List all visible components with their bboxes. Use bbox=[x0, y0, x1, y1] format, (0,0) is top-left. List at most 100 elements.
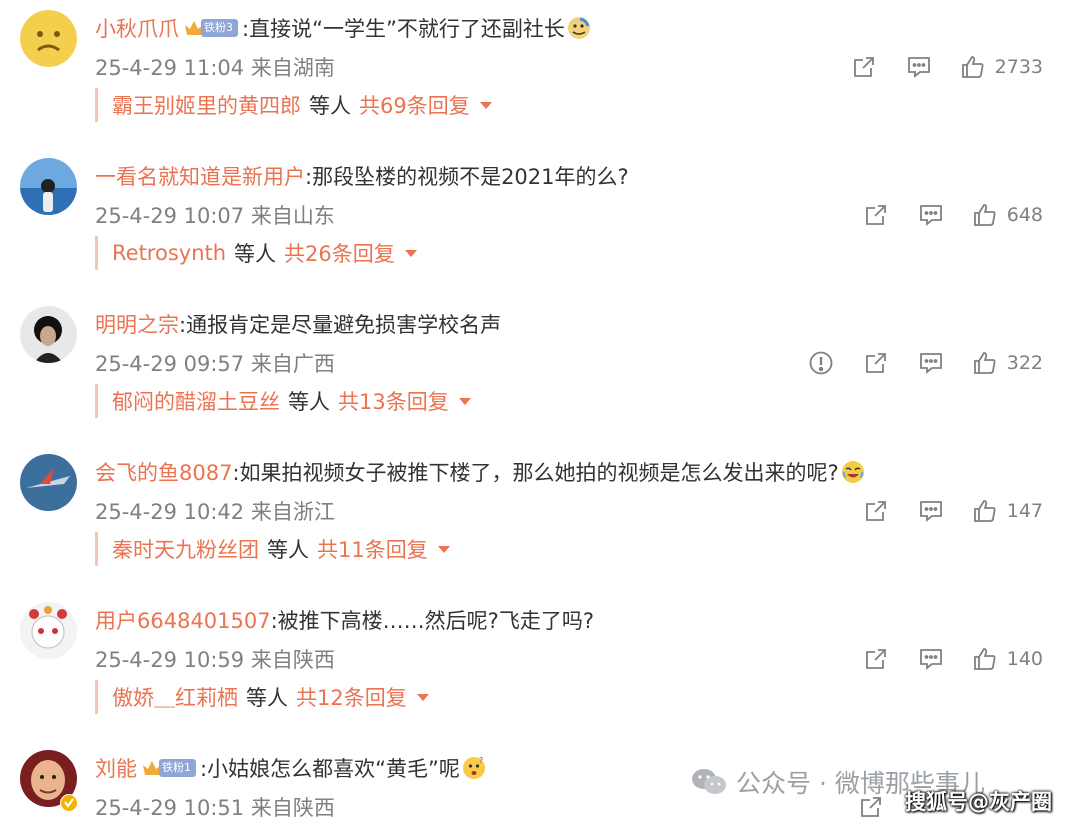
comment-actions: 322 bbox=[780, 348, 1043, 378]
svg-text:?: ? bbox=[479, 756, 483, 765]
username-link[interactable]: 明明之宗 bbox=[95, 309, 179, 339]
comment-header: 会飞的鱼8087 :如果拍视频女子被推下楼了，那么她拍的视频是怎么发出来的呢? bbox=[95, 456, 865, 488]
comment-meta: 25-4-29 10:59 来自陕西 bbox=[95, 644, 335, 674]
like-button[interactable]: 322 bbox=[972, 350, 1043, 376]
reply-total-link[interactable]: 共12条回复 bbox=[296, 682, 407, 712]
comment-header: 刘能 铁粉1 :小姑娘怎么都喜欢“黄毛”呢 ? bbox=[95, 752, 486, 784]
comment-icon[interactable] bbox=[917, 201, 945, 229]
comment-time: 25-4-29 11:04 bbox=[95, 56, 245, 80]
like-count: 140 bbox=[1006, 648, 1043, 670]
share-icon[interactable] bbox=[862, 349, 890, 377]
fan-level-label: 铁粉3 bbox=[201, 19, 238, 37]
chevron-down-icon[interactable] bbox=[479, 101, 492, 109]
comment-meta: 25-4-29 10:51 来自陕西 bbox=[95, 792, 335, 822]
comment-location: 来自陕西 bbox=[250, 648, 335, 672]
wechat-icon bbox=[692, 769, 726, 794]
share-icon[interactable] bbox=[862, 645, 890, 673]
comment-actions: 648 bbox=[835, 200, 1043, 230]
reply-total-link[interactable]: 共11条回复 bbox=[317, 534, 428, 564]
reply-user-link[interactable]: 傲娇＿红莉栖 bbox=[112, 682, 238, 712]
username-link[interactable]: 用户6648401507 bbox=[95, 605, 271, 635]
thumbs-up-icon bbox=[973, 648, 996, 670]
comment-header: 用户6648401507 :被推下高楼……然后呢?飞走了吗? bbox=[95, 604, 594, 636]
reply-mid-text: 等人 bbox=[309, 94, 351, 118]
comment-actions: 2733 bbox=[823, 52, 1043, 82]
comment-time: 25-4-29 09:57 bbox=[95, 352, 245, 376]
like-count: 648 bbox=[1006, 204, 1043, 226]
comment-actions: 147 bbox=[835, 496, 1043, 526]
comment-icon[interactable] bbox=[917, 497, 945, 525]
reply-summary[interactable]: Retrosynth 等人 共26条回复 bbox=[95, 236, 417, 270]
comment-text: :被推下高楼……然后呢?飞走了吗? bbox=[270, 609, 594, 633]
like-button[interactable]: 648 bbox=[972, 202, 1043, 228]
comment-time: 25-4-29 10:51 bbox=[95, 796, 245, 820]
comment-location: 来自山东 bbox=[250, 204, 335, 228]
reply-summary[interactable]: 傲娇＿红莉栖 等人 共12条回复 bbox=[95, 680, 429, 714]
thumbs-up-icon bbox=[961, 56, 984, 78]
chevron-down-icon[interactable] bbox=[404, 249, 417, 257]
avatar[interactable] bbox=[20, 306, 77, 363]
comment-time: 25-4-29 10:42 bbox=[95, 500, 245, 524]
username-link[interactable]: 刘能 bbox=[95, 753, 137, 783]
chevron-down-icon[interactable] bbox=[437, 545, 450, 553]
reply-user-link[interactable]: 霸王别姬里的黄四郎 bbox=[112, 90, 301, 120]
comment-text: :通报肯定是尽量避免损害学校名声 bbox=[179, 313, 502, 337]
comment-actions: 140 bbox=[835, 644, 1043, 674]
comment-icon[interactable] bbox=[905, 53, 933, 81]
comment-icon[interactable] bbox=[917, 645, 945, 673]
reply-summary[interactable]: 郁闷的醋溜土豆丝 等人 共13条回复 bbox=[95, 384, 471, 418]
comment-text: :小姑娘怎么都喜欢“黄毛”呢 bbox=[200, 757, 460, 781]
comment-meta: 25-4-29 10:07 来自山东 bbox=[95, 200, 335, 230]
reply-mid-text: 等人 bbox=[267, 538, 309, 562]
username-link[interactable]: 小秋爪爪 bbox=[95, 13, 179, 43]
chevron-down-icon[interactable] bbox=[458, 397, 471, 405]
comment-text: :如果拍视频女子被推下楼了，那么她拍的视频是怎么发出来的呢? bbox=[232, 461, 839, 485]
report-icon[interactable] bbox=[807, 349, 835, 377]
username-link[interactable]: 会飞的鱼8087 bbox=[95, 457, 232, 487]
avatar[interactable] bbox=[20, 158, 77, 215]
doge-emoji-icon bbox=[567, 17, 590, 39]
like-button[interactable]: 147 bbox=[972, 498, 1043, 524]
thumbs-up-icon bbox=[973, 204, 996, 226]
share-icon[interactable] bbox=[862, 201, 890, 229]
comment-text: :直接说“一学生”不就行了还副社长 bbox=[242, 17, 565, 41]
reply-total-link[interactable]: 共13条回复 bbox=[338, 386, 449, 416]
thumbs-up-icon bbox=[973, 500, 996, 522]
reply-user-link[interactable]: Retrosynth bbox=[112, 241, 226, 265]
comment-location: 来自浙江 bbox=[250, 500, 335, 524]
comment-item: 明明之宗 :通报肯定是尽量避免损害学校名声 25-4-29 09:57 来自广西… bbox=[0, 296, 1080, 444]
chevron-down-icon[interactable] bbox=[416, 693, 429, 701]
verified-badge-icon bbox=[60, 794, 78, 812]
comment-meta: 25-4-29 11:04 来自湖南 bbox=[95, 52, 335, 82]
reply-summary[interactable]: 霸王别姬里的黄四郎 等人 共69条回复 bbox=[95, 88, 492, 122]
reply-total-link[interactable]: 共26条回复 bbox=[284, 238, 395, 268]
reply-mid-text: 等人 bbox=[288, 390, 330, 414]
share-icon[interactable] bbox=[850, 53, 878, 81]
fan-level-label: 铁粉1 bbox=[159, 759, 196, 777]
avatar[interactable] bbox=[20, 10, 77, 67]
avatar[interactable] bbox=[20, 602, 77, 659]
reply-user-link[interactable]: 秦时天九粉丝团 bbox=[112, 534, 259, 564]
fan-badge: 铁粉3 bbox=[183, 17, 238, 39]
comment-meta: 25-4-29 09:57 来自广西 bbox=[95, 348, 335, 378]
comment-header: 明明之宗 :通报肯定是尽量避免损害学校名声 bbox=[95, 308, 501, 340]
username-link[interactable]: 一看名就知道是新用户 bbox=[95, 161, 305, 191]
like-count: 322 bbox=[1006, 352, 1043, 374]
reply-mid-text: 等人 bbox=[234, 242, 277, 266]
comment-location: 来自广西 bbox=[250, 352, 335, 376]
reply-summary[interactable]: 秦时天九粉丝团 等人 共11条回复 bbox=[95, 532, 450, 566]
thumbs-up-icon bbox=[973, 352, 996, 374]
comment-time: 25-4-29 10:59 bbox=[95, 648, 245, 672]
thinking-emoji-icon: ? bbox=[462, 756, 485, 779]
like-button[interactable]: 2733 bbox=[960, 54, 1043, 80]
reply-total-link[interactable]: 共69条回复 bbox=[359, 90, 470, 120]
comment-item: 一看名就知道是新用户 :那段坠楼的视频不是2021年的么? 25-4-29 10… bbox=[0, 148, 1080, 296]
avatar[interactable] bbox=[20, 454, 77, 511]
reply-user-link[interactable]: 郁闷的醋溜土豆丝 bbox=[112, 386, 280, 416]
comment-meta: 25-4-29 10:42 来自浙江 bbox=[95, 496, 335, 526]
comment-item: 小秋爪爪 铁粉3 :直接说“一学生”不就行了还副社长 25-4-29 11:04… bbox=[0, 0, 1080, 148]
comment-item: 会飞的鱼8087 :如果拍视频女子被推下楼了，那么她拍的视频是怎么发出来的呢? … bbox=[0, 444, 1080, 592]
share-icon[interactable] bbox=[862, 497, 890, 525]
like-button[interactable]: 140 bbox=[972, 646, 1043, 672]
comment-icon[interactable] bbox=[917, 349, 945, 377]
